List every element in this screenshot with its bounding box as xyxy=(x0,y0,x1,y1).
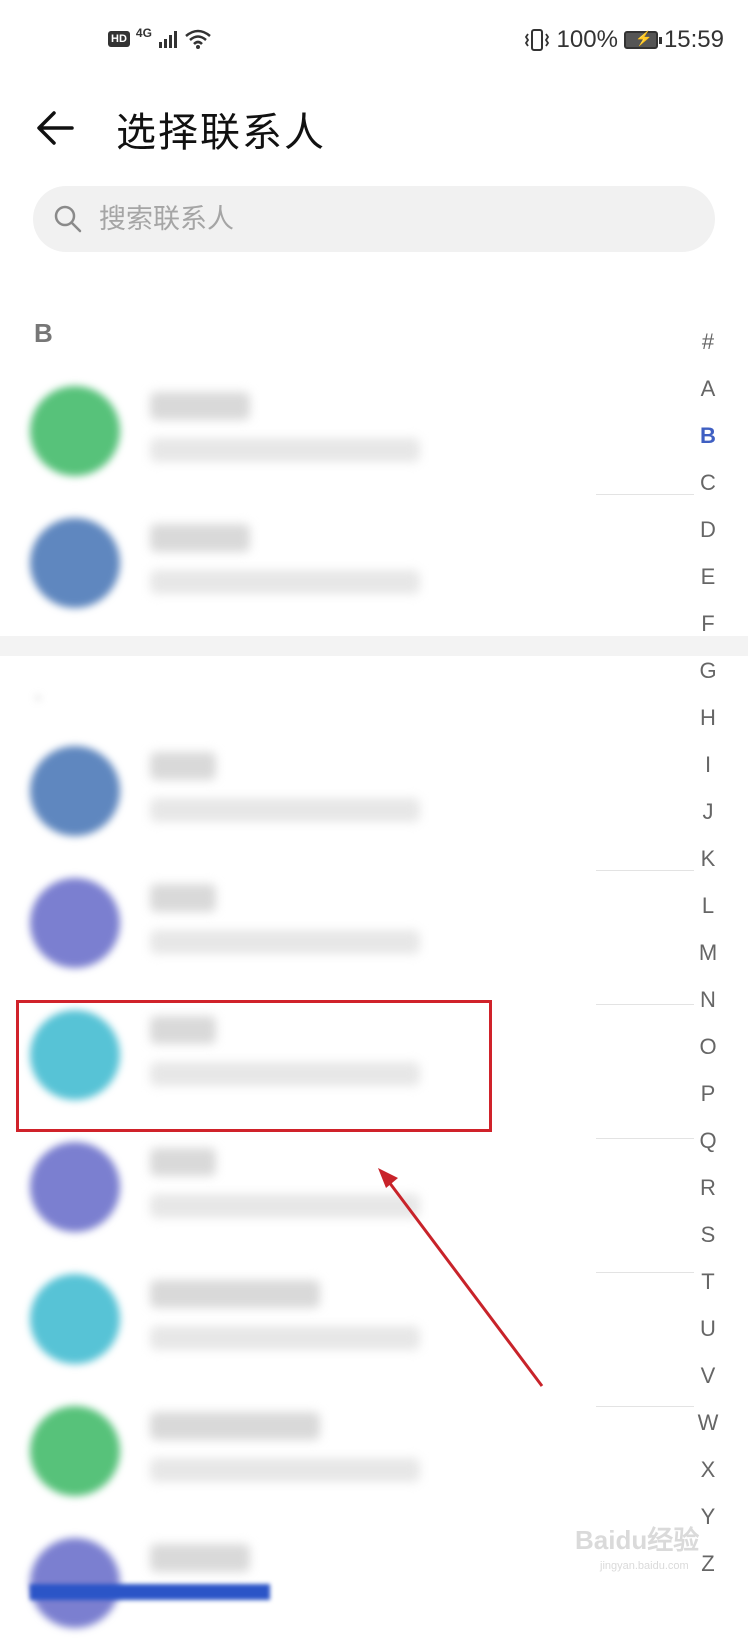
alphabet-index-a[interactable]: A xyxy=(688,365,728,412)
section-header-blurred: · xyxy=(34,684,43,714)
contact-name-blurred xyxy=(150,752,216,780)
avatar xyxy=(30,1274,120,1364)
alphabet-index-q[interactable]: Q xyxy=(688,1117,728,1164)
contact-name-blurred xyxy=(150,524,250,552)
alphabet-index-i[interactable]: I xyxy=(688,741,728,788)
signal-icon xyxy=(158,31,177,48)
alphabet-index-s[interactable]: S xyxy=(688,1211,728,1258)
contact-name-blurred xyxy=(150,392,250,420)
contact-detail-blurred xyxy=(150,1326,420,1350)
contact-name-blurred xyxy=(150,1544,250,1572)
alphabet-index-r[interactable]: R xyxy=(688,1164,728,1211)
hd-badge: HD xyxy=(108,31,130,47)
alphabet-index-g[interactable]: G xyxy=(688,647,728,694)
group-separator xyxy=(0,636,748,656)
avatar xyxy=(30,386,120,476)
clock: 15:59 xyxy=(663,26,724,53)
contact-item[interactable] xyxy=(0,1120,600,1252)
alphabet-index-o[interactable]: O xyxy=(688,1023,728,1070)
contact-name-blurred xyxy=(150,1148,216,1176)
vibrate-icon xyxy=(524,29,549,51)
status-right: 100% ⚡ 15:59 xyxy=(523,26,724,54)
contact-item[interactable] xyxy=(0,856,600,988)
network-type: 4G xyxy=(135,26,152,40)
contact-item[interactable] xyxy=(0,1384,600,1516)
alphabet-index-n[interactable]: N xyxy=(688,976,728,1023)
alphabet-index-m[interactable]: M xyxy=(688,929,728,976)
alphabet-index-hash[interactable]: # xyxy=(688,318,728,365)
back-arrow-icon[interactable] xyxy=(32,102,84,154)
bottom-strip xyxy=(30,1584,270,1600)
avatar xyxy=(30,518,120,608)
avatar xyxy=(30,746,120,836)
divider xyxy=(596,1138,694,1139)
section-header-b: B xyxy=(34,318,53,348)
alphabet-index[interactable]: # A B C D E F G H I J K L M N O P Q R S T U V W X Y Z xyxy=(688,318,728,1587)
avatar xyxy=(30,878,120,968)
search-icon xyxy=(54,205,82,233)
contact-name-blurred xyxy=(150,1280,320,1308)
alphabet-index-x[interactable]: X xyxy=(688,1446,728,1493)
watermark-url: jingyan.baidu.com xyxy=(600,1560,689,1572)
alphabet-index-p[interactable]: P xyxy=(688,1070,728,1117)
alphabet-index-w[interactable]: W xyxy=(688,1399,728,1446)
contact-detail-blurred xyxy=(150,930,420,954)
alphabet-index-h[interactable]: H xyxy=(688,694,728,741)
app-header: 选择联系人 xyxy=(0,86,748,172)
divider xyxy=(596,870,694,871)
page-title: 选择联系人 xyxy=(116,110,326,156)
contact-item[interactable] xyxy=(0,496,600,628)
alphabet-index-c[interactable]: C xyxy=(688,459,728,506)
alphabet-index-u[interactable]: U xyxy=(688,1305,728,1352)
alphabet-index-t[interactable]: T xyxy=(688,1258,728,1305)
contact-item[interactable] xyxy=(0,364,600,496)
battery-icon: ⚡ xyxy=(623,30,662,49)
contact-item[interactable] xyxy=(0,1516,600,1648)
alphabet-index-b[interactable]: B xyxy=(688,412,728,459)
divider xyxy=(596,494,694,495)
status-left: HD 4G xyxy=(108,26,212,50)
divider xyxy=(596,1272,694,1273)
contact-detail-blurred xyxy=(150,1458,420,1482)
contact-detail-blurred xyxy=(150,438,420,462)
contact-detail-blurred xyxy=(150,570,420,594)
avatar xyxy=(30,1406,120,1496)
contact-item[interactable] xyxy=(0,1252,600,1384)
contact-detail-blurred xyxy=(150,798,420,822)
contact-detail-blurred xyxy=(150,1194,420,1218)
alphabet-index-e[interactable]: E xyxy=(688,553,728,600)
alphabet-index-l[interactable]: L xyxy=(688,882,728,929)
watermark-logo: Baidu经验 xyxy=(575,1525,700,1555)
divider xyxy=(596,1406,694,1407)
contact-name-blurred xyxy=(150,884,216,912)
alphabet-index-f[interactable]: F xyxy=(688,600,728,647)
wifi-icon xyxy=(185,29,211,49)
status-bar: HD 4G 100% ⚡ 15:59 xyxy=(0,0,748,86)
alphabet-index-d[interactable]: D xyxy=(688,506,728,553)
search-bar[interactable] xyxy=(33,186,715,252)
avatar xyxy=(30,1538,120,1628)
alphabet-index-k[interactable]: K xyxy=(688,835,728,882)
contact-name-blurred xyxy=(150,1412,320,1440)
battery-percent: 100% xyxy=(556,26,618,53)
alphabet-index-j[interactable]: J xyxy=(688,788,728,835)
contact-item[interactable] xyxy=(0,724,600,856)
search-input[interactable] xyxy=(97,202,661,236)
avatar xyxy=(30,1142,120,1232)
divider xyxy=(596,1004,694,1005)
highlight-box xyxy=(16,1000,492,1132)
alphabet-index-v[interactable]: V xyxy=(688,1352,728,1399)
